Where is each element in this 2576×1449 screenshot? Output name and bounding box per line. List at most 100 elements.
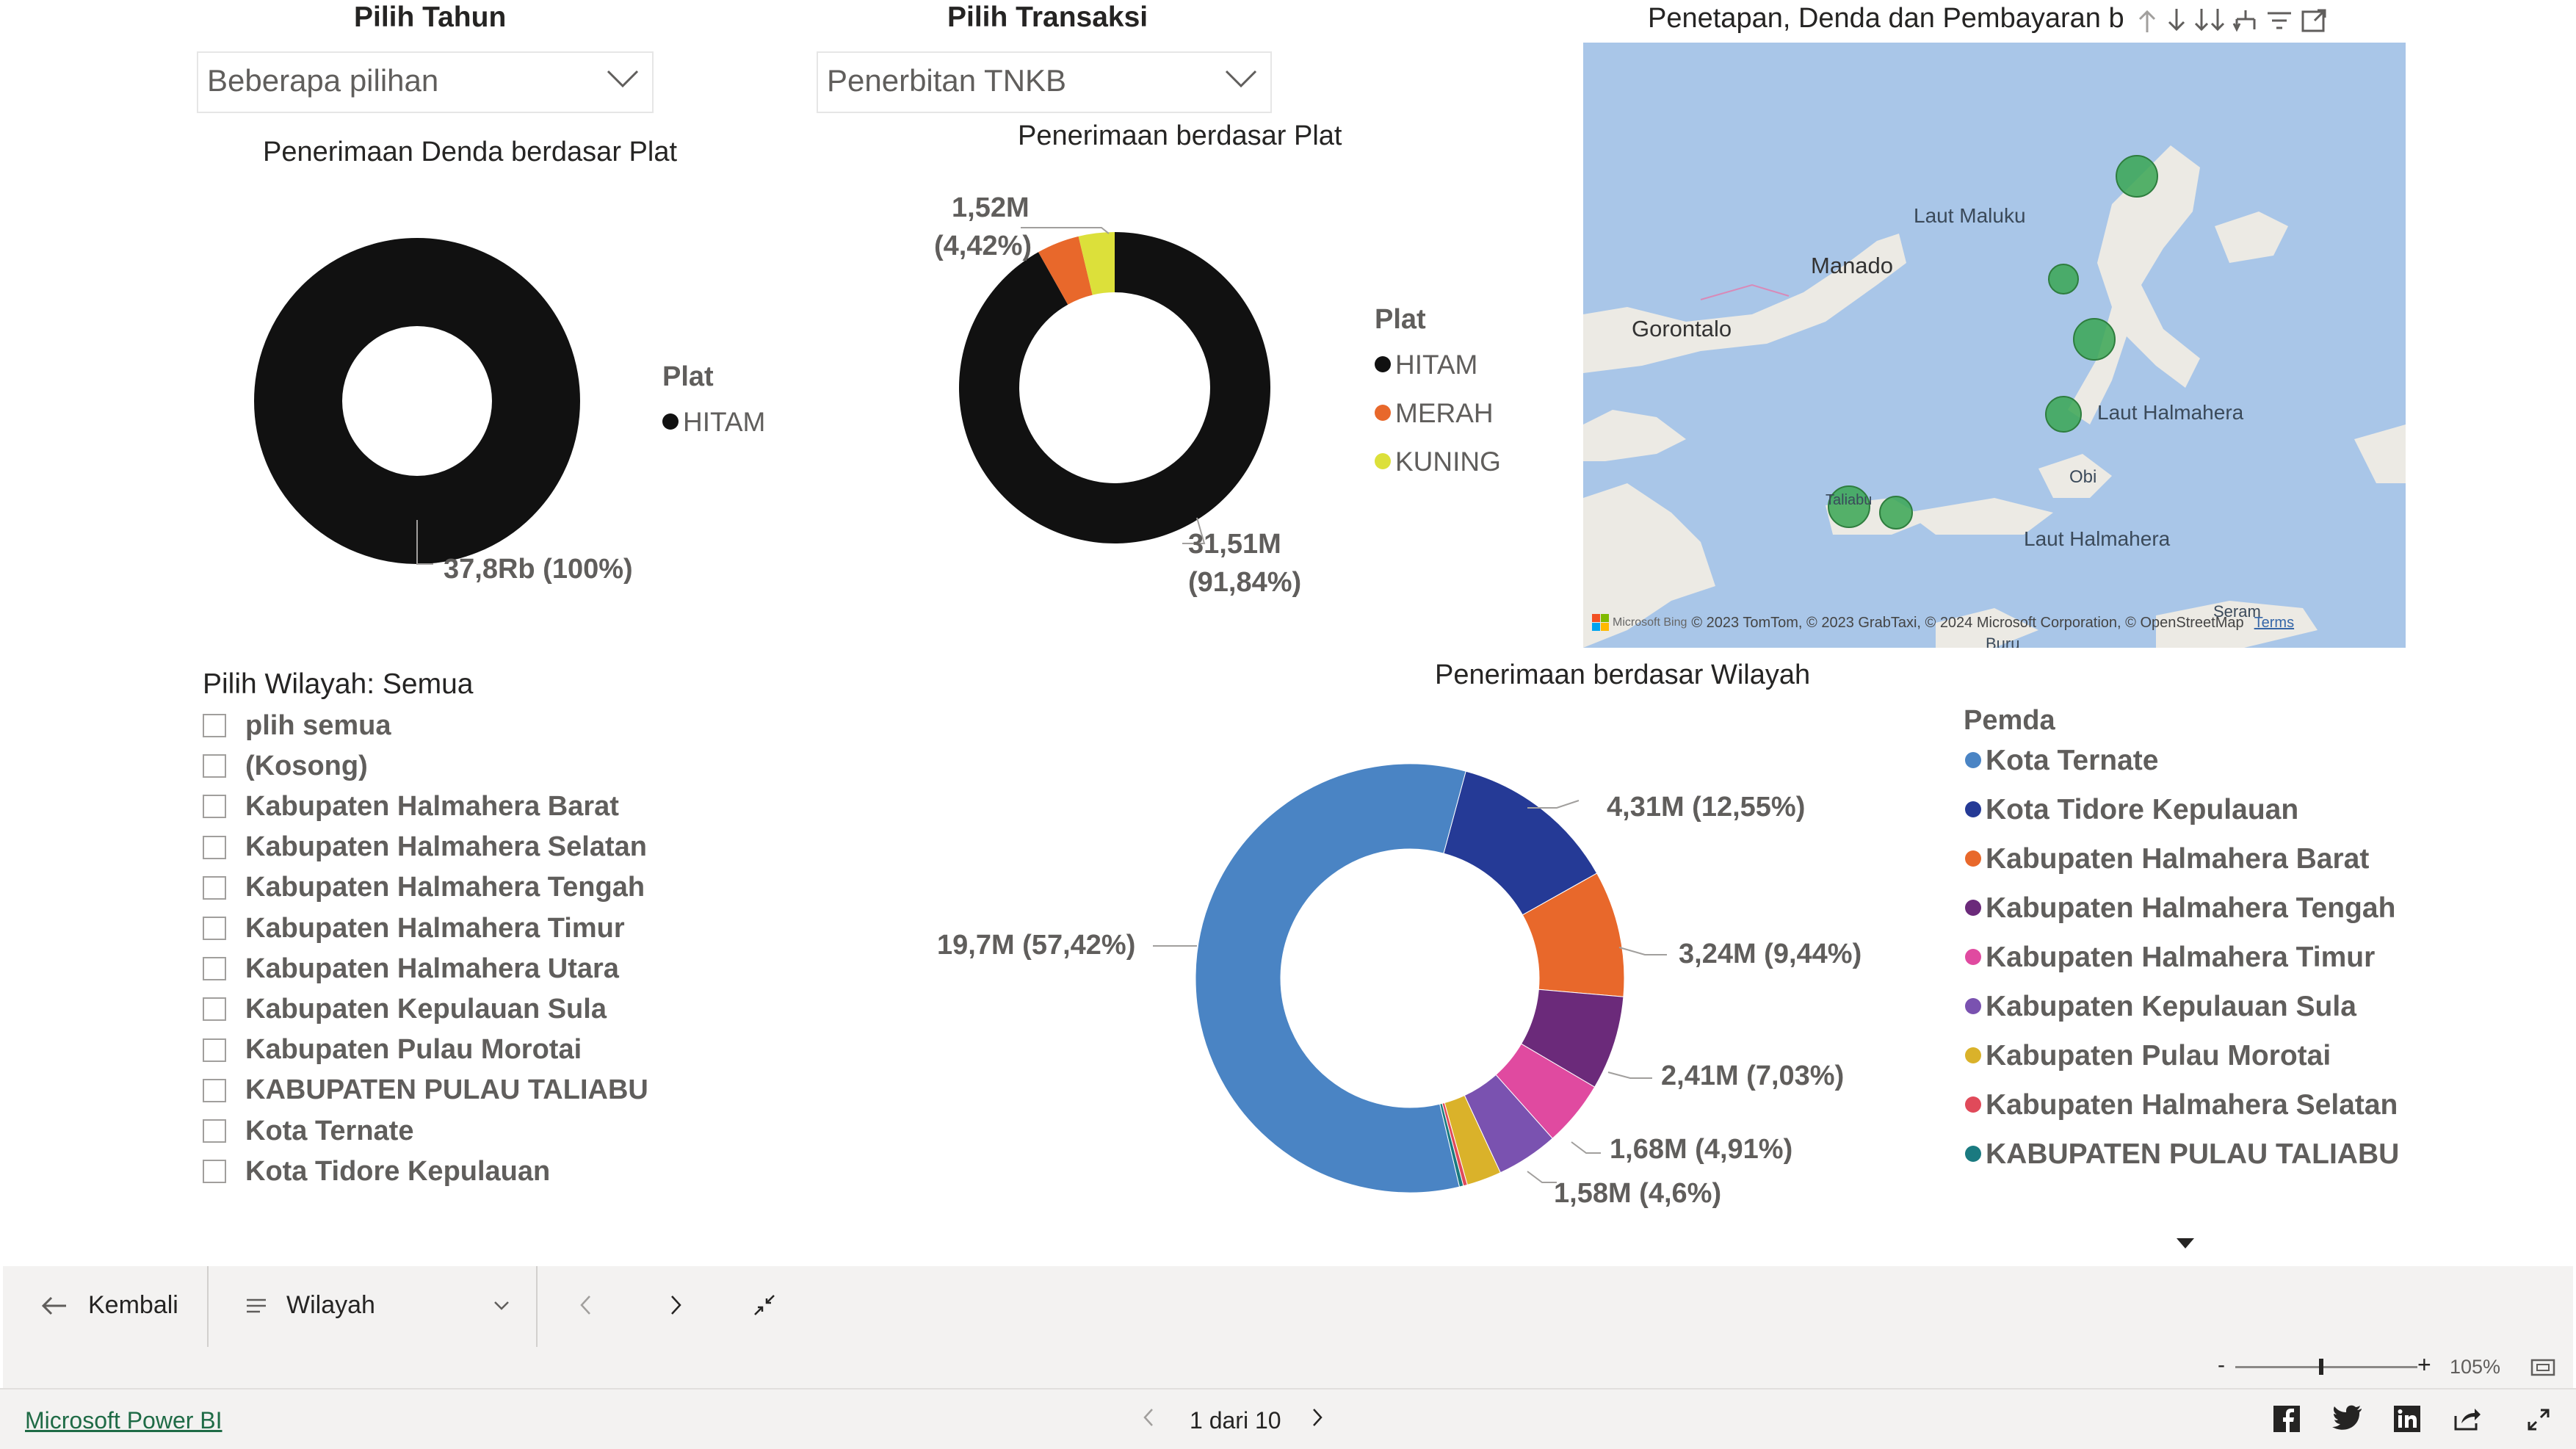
legend-label: Kabupaten Kepulauan Sula bbox=[1986, 991, 2356, 1022]
share-icon[interactable] bbox=[2453, 1406, 2482, 1432]
checkbox[interactable] bbox=[203, 917, 226, 940]
page-indicator: 1 dari 10 bbox=[1190, 1407, 1281, 1434]
fit-to-page-icon[interactable] bbox=[2530, 1357, 2555, 1378]
transaksi-dropdown[interactable]: Penerbitan TNKB bbox=[817, 51, 1272, 113]
denda-legend-item-hitam[interactable]: HITAM bbox=[662, 407, 765, 438]
wilayah-legend-item[interactable]: Kabupaten Halmahera Selatan bbox=[1965, 1089, 2398, 1121]
wilayah-option[interactable]: Kota Ternate bbox=[203, 1112, 413, 1150]
legend-dot-icon bbox=[1965, 997, 1981, 1014]
wilayah-option-label: Kabupaten Halmahera Tengah bbox=[245, 872, 645, 903]
map-label: Gorontalo bbox=[1632, 316, 1732, 342]
zoom-in-icon[interactable]: + bbox=[2417, 1351, 2431, 1378]
plat-legend-item-hitam[interactable]: HITAM bbox=[1375, 350, 1477, 380]
wilayah-option-label: Kota Ternate bbox=[245, 1115, 414, 1146]
wilayah-option[interactable]: Kabupaten Kepulauan Sula bbox=[203, 990, 607, 1028]
full-screen-icon[interactable] bbox=[2526, 1407, 2551, 1432]
legend-label: Kabupaten Pulau Morotai bbox=[1986, 1040, 2331, 1072]
filter-icon[interactable] bbox=[2265, 7, 2294, 34]
wilayah-option[interactable]: plih semua bbox=[203, 707, 391, 745]
zoom-slider-thumb[interactable] bbox=[2319, 1359, 2323, 1375]
wilayah-option[interactable]: Kabupaten Halmahera Selatan bbox=[203, 828, 647, 867]
wilayah-label-ternate: 19,7M (57,42%) bbox=[937, 930, 1136, 961]
next-bookmark-icon[interactable] bbox=[670, 1294, 683, 1316]
wilayah-option-label: KABUPATEN PULAU TALIABU bbox=[245, 1074, 648, 1106]
wilayah-slice-kota-ternate[interactable] bbox=[1195, 763, 1466, 1193]
checkbox[interactable] bbox=[203, 1078, 226, 1102]
expand-hierarchy-icon[interactable] bbox=[2232, 7, 2259, 34]
wilayah-option[interactable]: Kabupaten Halmahera Timur bbox=[203, 909, 625, 947]
checkbox[interactable] bbox=[203, 1038, 226, 1062]
plat-label-hitam-pct: (91,84%) bbox=[1188, 567, 1302, 598]
collapse-icon[interactable] bbox=[752, 1293, 777, 1318]
map-visual[interactable]: Laut Maluku Manado Gorontalo Laut Halmah… bbox=[1583, 43, 2406, 648]
denda-donut-chart[interactable] bbox=[250, 235, 587, 588]
wilayah-legend-item[interactable]: Kabupaten Halmahera Tengah bbox=[1965, 892, 2395, 925]
microsoft-logo-icon bbox=[1592, 614, 1609, 631]
wilayah-legend-item[interactable]: Kota Ternate bbox=[1965, 745, 2159, 777]
checkbox[interactable] bbox=[203, 997, 226, 1022]
wilayah-slicer-list: plih semua (Kosong) Kabupaten Halmahera Ba… bbox=[203, 707, 717, 1191]
wilayah-option-label: Kabupaten Halmahera Barat bbox=[245, 790, 619, 822]
drill-up-icon[interactable] bbox=[2135, 7, 2159, 34]
legend-dot-icon bbox=[1375, 453, 1391, 470]
wilayah-option[interactable]: KABUPATEN PULAU TALIABU bbox=[203, 1072, 648, 1110]
prev-bookmark-icon[interactable] bbox=[579, 1294, 592, 1316]
wilayah-legend-item[interactable]: KABUPATEN PULAU TALIABU bbox=[1965, 1138, 2399, 1171]
back-button[interactable]: Kembali bbox=[41, 1291, 178, 1320]
plat-legend-item-merah[interactable]: MERAH bbox=[1375, 398, 1494, 429]
zoom-out-icon[interactable]: - bbox=[2218, 1353, 2225, 1378]
wilayah-legend-item[interactable]: Kabupaten Halmahera Barat bbox=[1965, 843, 2369, 875]
twitter-icon[interactable] bbox=[2332, 1404, 2363, 1431]
wilayah-option[interactable]: Kabupaten Halmahera Tengah bbox=[203, 869, 645, 907]
plat-legend-item-kuning[interactable]: KUNING bbox=[1375, 447, 1501, 477]
expand-all-icon[interactable] bbox=[2194, 7, 2226, 34]
zoom-slider-track[interactable] bbox=[2235, 1366, 2417, 1368]
facebook-icon[interactable] bbox=[2272, 1404, 2301, 1434]
next-page-icon[interactable] bbox=[1311, 1407, 1323, 1428]
wilayah-option[interactable]: Kabupaten Pulau Morotai bbox=[203, 1031, 582, 1069]
checkbox[interactable] bbox=[203, 1160, 226, 1184]
checkbox[interactable] bbox=[203, 754, 226, 778]
checkbox[interactable] bbox=[203, 1119, 226, 1143]
map-land bbox=[1583, 145, 2406, 648]
checkbox[interactable] bbox=[203, 795, 226, 819]
drill-down-icon[interactable] bbox=[2165, 7, 2188, 34]
wilayah-option[interactable]: Kota Tidore Kepulauan bbox=[203, 1152, 550, 1190]
wilayah-legend-item[interactable]: Kota Tidore Kepulauan bbox=[1965, 794, 2298, 826]
prev-page-icon[interactable] bbox=[1143, 1407, 1154, 1428]
denda-data-label: 37,8Rb (100%) bbox=[444, 554, 633, 585]
legend-label: Kota Ternate bbox=[1986, 745, 2159, 776]
checkbox[interactable] bbox=[203, 835, 226, 859]
arrow-left-icon bbox=[41, 1296, 66, 1315]
chevron-down-icon bbox=[607, 70, 639, 88]
bookmark-dropdown[interactable]: Wilayah bbox=[245, 1291, 510, 1320]
wilayah-label-sula: 1,58M (4,6%) bbox=[1554, 1178, 1722, 1209]
map-bubble bbox=[2045, 396, 2082, 433]
wilayah-label-halbar: 3,24M (9,44%) bbox=[1679, 939, 1862, 969]
tahun-dropdown[interactable]: Beberapa pilihan bbox=[197, 51, 654, 113]
bookmark-nav-bar: Kembali Wilayah bbox=[3, 1266, 2573, 1347]
wilayah-leader-sula bbox=[1527, 1171, 1557, 1183]
wilayah-leader-haltim bbox=[1571, 1141, 1601, 1154]
linkedin-icon[interactable] bbox=[2392, 1404, 2422, 1434]
legend-dot-icon bbox=[1375, 405, 1391, 422]
legend-more-arrow-icon[interactable] bbox=[2175, 1237, 2196, 1250]
checkbox[interactable] bbox=[203, 957, 226, 981]
wilayah-legend-item[interactable]: Kabupaten Kepulauan Sula bbox=[1965, 991, 2356, 1023]
checkbox[interactable] bbox=[203, 714, 226, 737]
slicer-tahun-title: Pilih Tahun bbox=[354, 1, 507, 33]
focus-mode-icon[interactable] bbox=[2300, 7, 2329, 34]
wilayah-option[interactable]: Kabupaten Halmahera Utara bbox=[203, 950, 619, 988]
map-label: Laut Halmahera bbox=[2024, 527, 2171, 550]
attribution-text: © 2023 TomTom, © 2023 GrabTaxi, © 2024 M… bbox=[1691, 614, 2244, 631]
wilayah-option[interactable]: (Kosong) bbox=[203, 747, 368, 785]
map-attribution: Microsoft Bing © 2023 TomTom, © 2023 Gra… bbox=[1592, 614, 2294, 632]
legend-dot-icon bbox=[1965, 751, 1981, 768]
terms-link[interactable]: Terms bbox=[2254, 615, 2294, 632]
checkbox[interactable] bbox=[203, 875, 226, 900]
wilayah-option[interactable]: Kabupaten Halmahera Barat bbox=[203, 787, 619, 825]
wilayah-legend-item[interactable]: Kabupaten Pulau Morotai bbox=[1965, 1040, 2331, 1072]
map-bubble bbox=[2048, 264, 2079, 295]
wilayah-legend-item[interactable]: Kabupaten Halmahera Timur bbox=[1965, 942, 2375, 974]
power-bi-link[interactable]: Microsoft Power BI bbox=[25, 1407, 222, 1434]
